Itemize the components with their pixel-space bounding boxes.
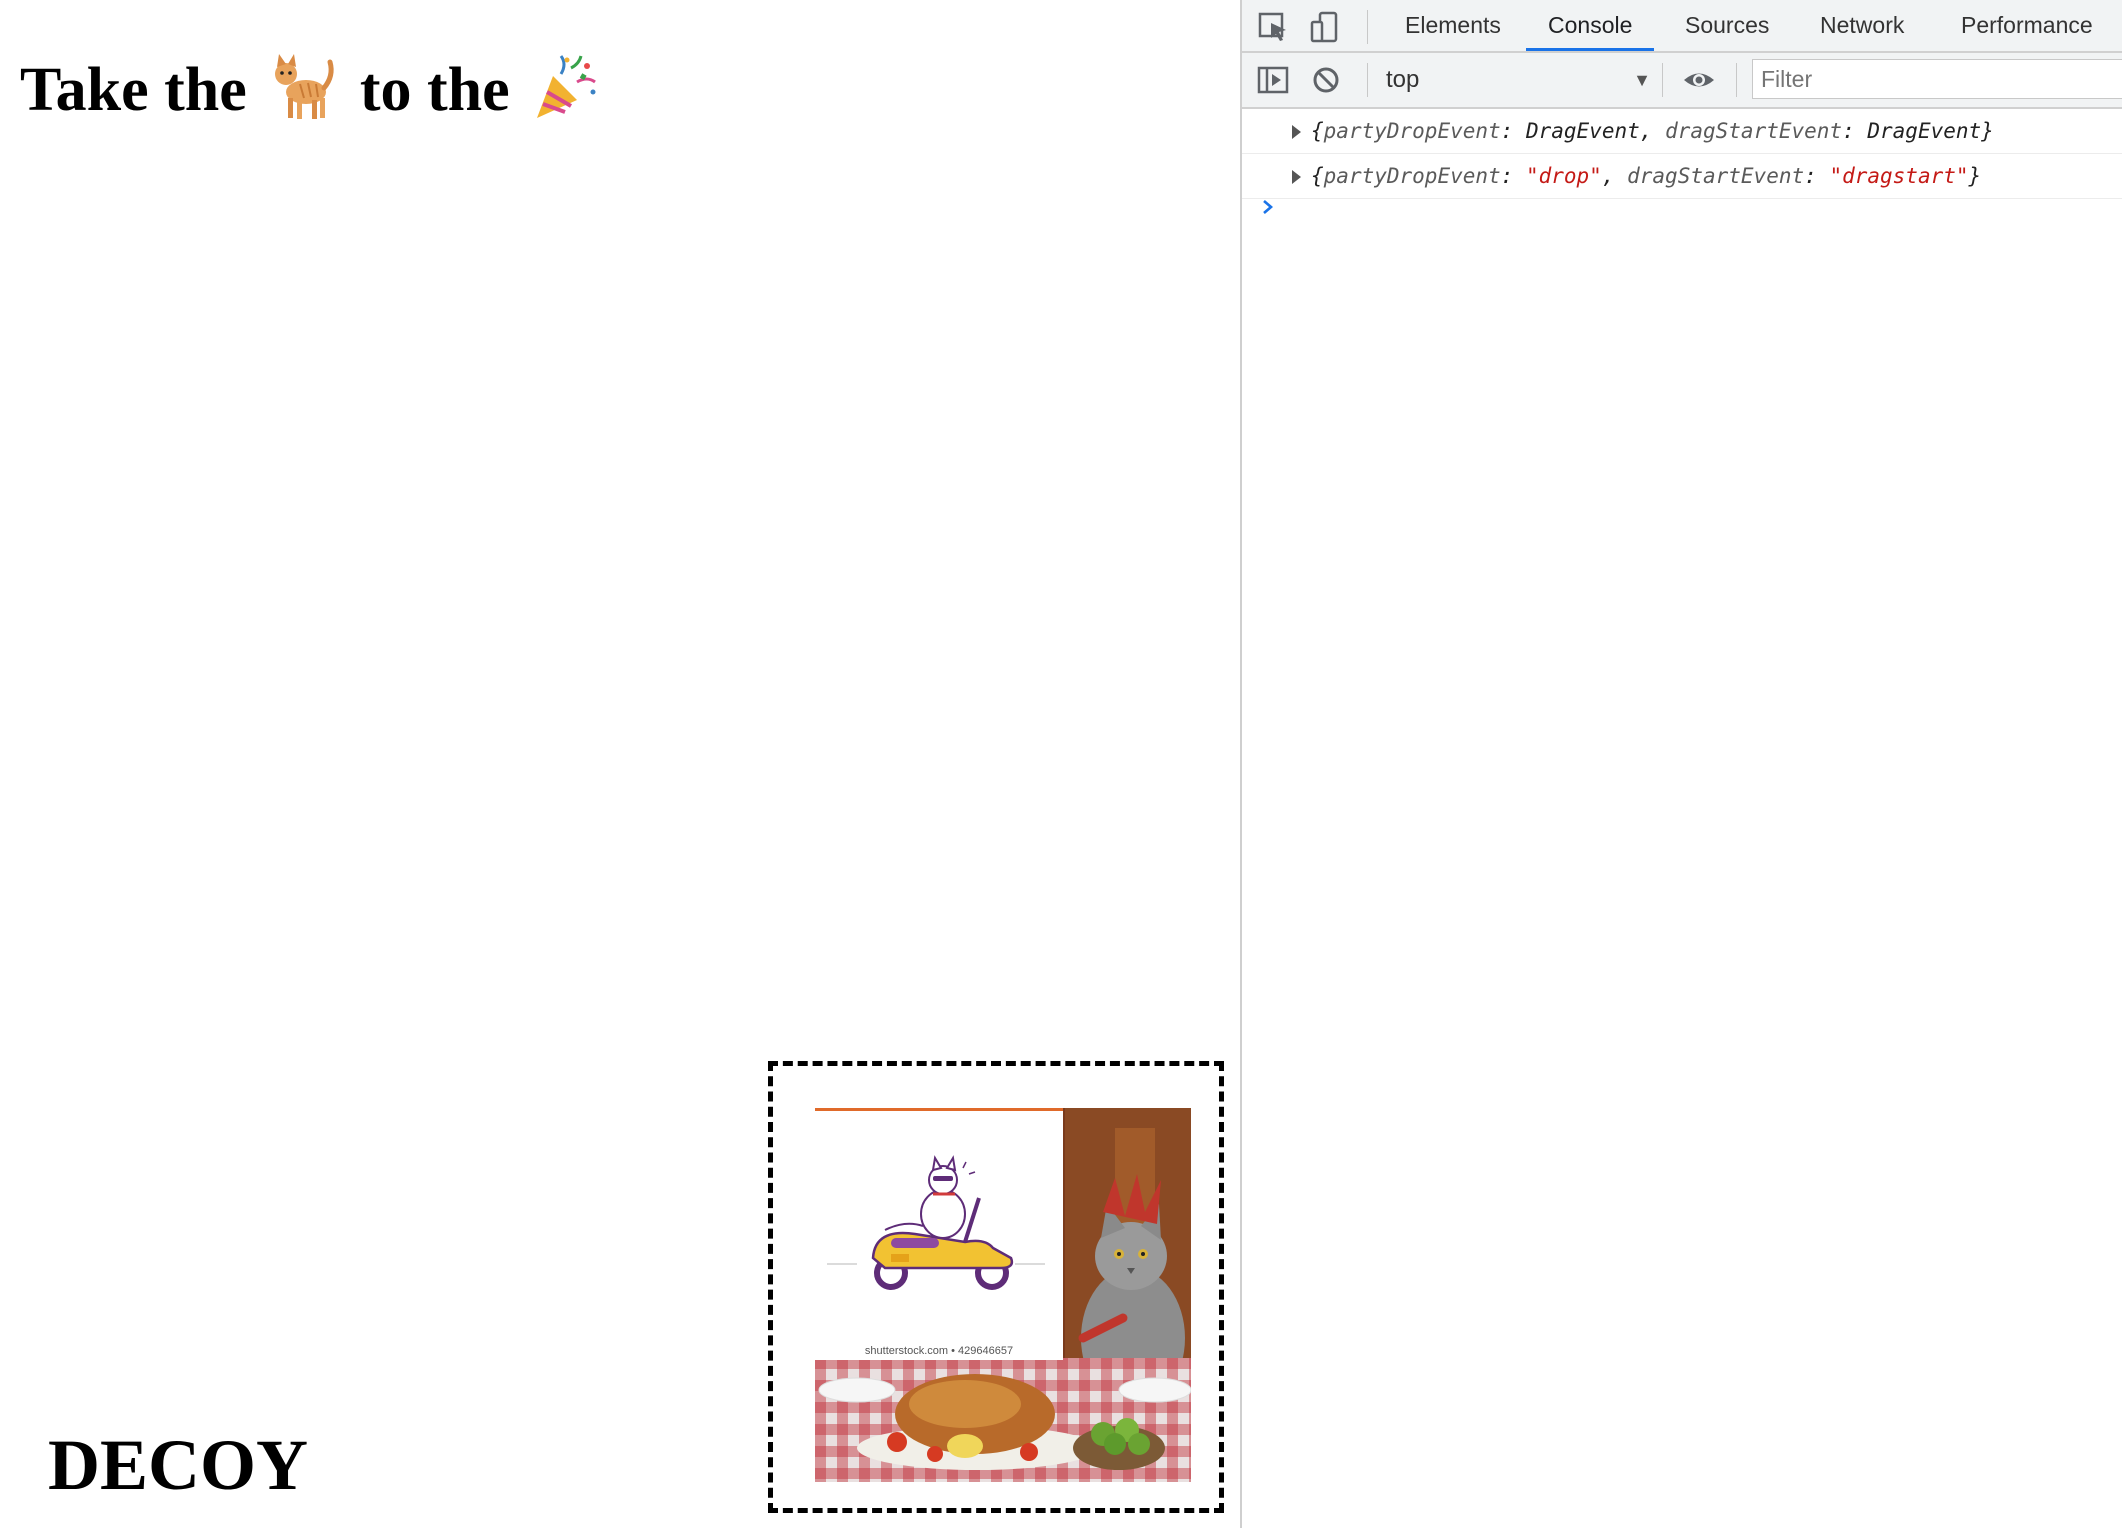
console-log-row[interactable]: {partyDropEvent: "drop", dragStartEvent:…	[1242, 154, 2122, 199]
toolbar-separator	[1367, 63, 1368, 97]
console-prompt-chevron-icon[interactable]	[1258, 197, 1278, 217]
cat-icon[interactable]	[268, 52, 338, 122]
tab-elements[interactable]: Elements	[1405, 0, 1501, 51]
web-page: Take the to the shutterstock.com • 42964…	[0, 0, 1240, 1528]
party-photo[interactable]: shutterstock.com • 429646657	[815, 1108, 1191, 1482]
log-object-preview: {partyDropEvent: DragEvent, dragStartEve…	[1311, 119, 1994, 143]
tab-sources[interactable]: Sources	[1685, 0, 1769, 51]
photo-watermark: shutterstock.com • 429646657	[865, 1345, 1013, 1357]
tab-network[interactable]: Network	[1820, 0, 1904, 51]
show-sidebar-icon[interactable]	[1256, 63, 1290, 97]
heading-prefix: Take the	[20, 56, 247, 124]
console-output: {partyDropEvent: DragEvent, dragStartEve…	[1242, 109, 2122, 214]
execution-context-value: top	[1386, 66, 1420, 93]
heading-middle: to the	[359, 56, 510, 124]
tab-console[interactable]: Console	[1525, 0, 1655, 51]
tab-performance[interactable]: Performance	[1961, 0, 2093, 51]
toolbar-separator	[1662, 63, 1663, 97]
expand-triangle-icon[interactable]	[1292, 170, 1301, 184]
device-toolbar-icon[interactable]	[1308, 10, 1342, 44]
decoy-label[interactable]: DECOY	[48, 1420, 308, 1510]
live-expression-eye-icon[interactable]	[1682, 63, 1716, 97]
devtools-tab-bar: Elements Console Sources Network Perform…	[1242, 0, 2122, 53]
expand-triangle-icon[interactable]	[1292, 125, 1301, 139]
inspect-element-icon[interactable]	[1256, 10, 1290, 44]
party-popper-icon[interactable]	[531, 52, 601, 122]
page-heading: Take the to the	[20, 48, 607, 132]
toolbar-separator	[1367, 10, 1368, 44]
console-toolbar: top ▼	[1242, 53, 2122, 109]
dropdown-arrow-icon: ▼	[1633, 70, 1651, 90]
devtools-panel: Elements Console Sources Network Perform…	[1240, 0, 2122, 1528]
execution-context-select[interactable]: top ▼	[1386, 62, 1651, 98]
console-filter-input[interactable]	[1752, 59, 2122, 99]
clear-console-icon[interactable]	[1309, 63, 1343, 97]
log-object-preview: {partyDropEvent: "drop", dragStartEvent:…	[1311, 164, 1982, 188]
console-log-row[interactable]: {partyDropEvent: DragEvent, dragStartEve…	[1242, 109, 2122, 154]
toolbar-separator	[1736, 63, 1737, 97]
